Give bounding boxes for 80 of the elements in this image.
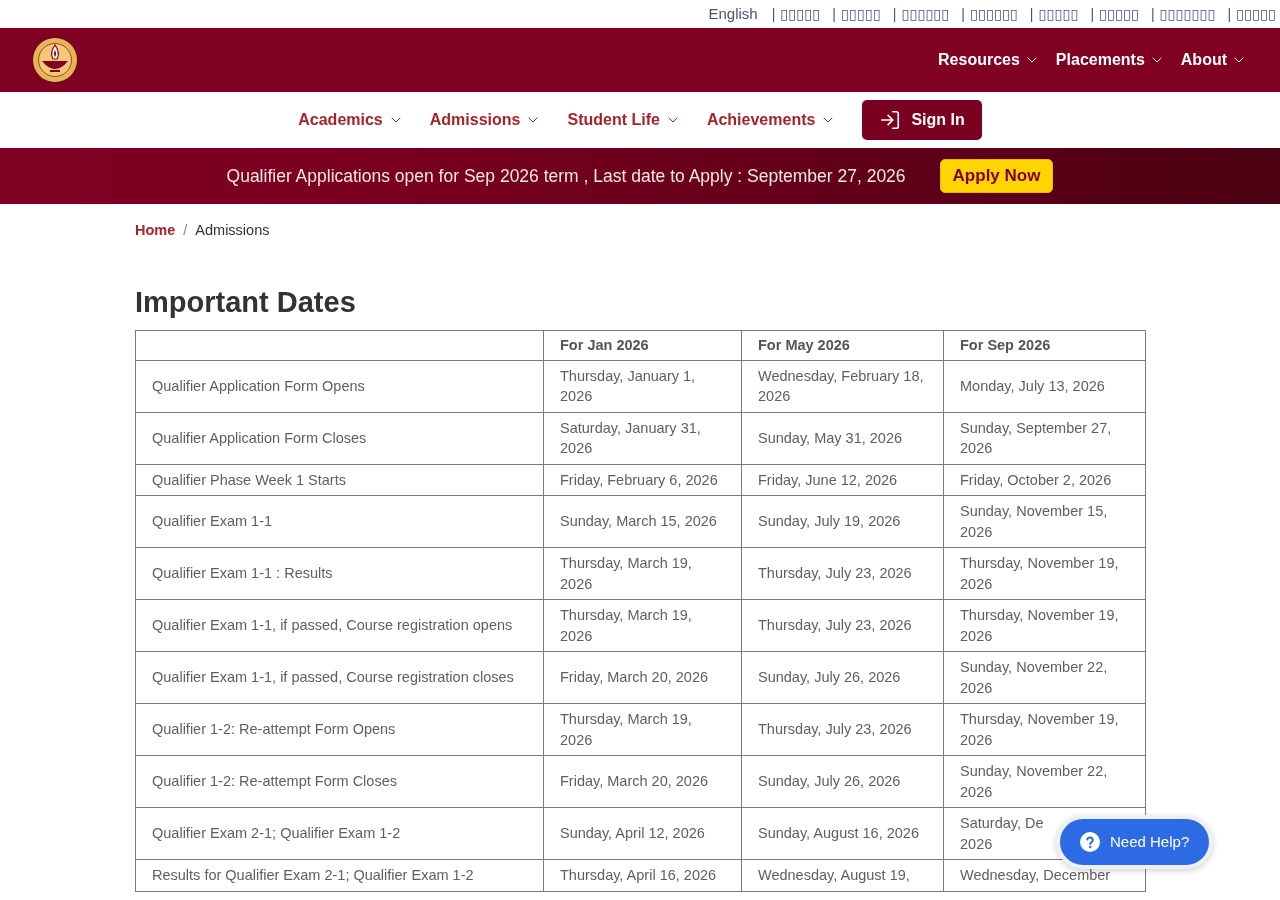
table-cell: Qualifier Application Form Opens <box>135 360 544 412</box>
current-page-label: Admissions <box>195 221 270 241</box>
table-cell: Thursday, July 23, 2026 <box>741 547 944 600</box>
emblem-logo-icon <box>32 37 78 83</box>
table-cell: Thursday, November 19, 2026 <box>943 703 1146 756</box>
table-cell: Qualifier 1-2: Re-attempt Form Closes <box>135 755 544 808</box>
nav-link[interactable]: Placements <box>1055 48 1165 72</box>
need-help-button[interactable]: Need Help? <box>1056 815 1214 869</box>
sign-in-button[interactable]: Sign In <box>862 100 982 140</box>
language-link[interactable]: ▯▯▯▯▯ <box>840 4 881 24</box>
table-cell: Thursday, July 23, 2026 <box>741 599 944 652</box>
table-cell: Thursday, November 19, 2026 <box>943 599 1146 652</box>
table-cell: Qualifier Exam 1-1 <box>135 495 544 548</box>
table-cell: Thursday, November 19, 2026 <box>943 547 1146 600</box>
table-cell: Sunday, May 31, 2026 <box>741 412 944 464</box>
table-cell: Thursday, April 16, 2026 <box>543 859 742 891</box>
announcement-text: Qualifier Applications open for Sep 2026 term , Last date to Apply : September 27, 2026 <box>226 164 906 188</box>
table-cell: Saturday, January 31, 2026 <box>543 412 742 464</box>
table-cell: Sunday, November 15, 2026 <box>943 495 1146 548</box>
table-cell: Thursday, March 19, 2026 <box>543 547 742 600</box>
table-cell: Thursday, March 19, 2026 <box>543 703 742 756</box>
column-header: For May 2026 <box>741 330 944 360</box>
language-link[interactable]: ▯▯▯▯▯ <box>1038 4 1079 24</box>
table-cell: Thursday, March 19, 2026 <box>543 599 742 652</box>
pipe-separator: | <box>1150 4 1155 24</box>
language-link[interactable]: ▯▯▯▯▯▯▯ <box>1159 4 1216 24</box>
breadcrumb-separator: / <box>183 221 188 241</box>
table-cell: Sunday, July 26, 2026 <box>741 651 944 704</box>
table-cell: Sunday, November 22, 2026 <box>943 755 1146 808</box>
table-cell: Sunday, July 26, 2026 <box>741 755 944 808</box>
breadcrumb-link[interactable]: Home <box>135 220 176 242</box>
table-cell: Qualifier Exam 2-1; Qualifier Exam 1-2 <box>135 807 544 860</box>
pipe-separator: | <box>1029 4 1034 24</box>
table-cell: Wednesday, August 19, <box>741 859 944 891</box>
language-link[interactable]: ▯▯▯▯▯▯ <box>969 4 1018 24</box>
column-header: For Sep 2026 <box>943 330 1146 360</box>
table-cell: Wednesday, February 18, 2026 <box>741 360 944 412</box>
table-cell: Friday, March 20, 2026 <box>543 755 742 808</box>
table-cell: Qualifier Application Form Closes <box>135 412 544 464</box>
table-cell: Qualifier 1-2: Re-attempt Form Opens <box>135 703 544 756</box>
table-cell: Qualifier Exam 1-1 : Results <box>135 547 544 600</box>
nav-link[interactable]: Resources <box>938 48 1040 72</box>
table-cell: Results for Qualifier Exam 2-1; Qualifier Exam 1-2 <box>135 859 544 891</box>
table-cell: Sunday, August 16, 2026 <box>741 807 944 860</box>
table-cell: Friday, February 6, 2026 <box>543 464 742 496</box>
table-cell: Friday, March 20, 2026 <box>543 651 742 704</box>
apply-now-button[interactable]: Apply Now <box>939 159 1054 193</box>
pipe-separator: | <box>961 4 965 24</box>
page-title: Important Dates <box>135 285 357 320</box>
nav-link[interactable]: Admissions <box>429 108 542 132</box>
pipe-separator: | <box>1090 4 1095 24</box>
nav-link[interactable]: About <box>1180 48 1247 72</box>
table-cell: Sunday, November 22, 2026 <box>943 651 1146 704</box>
table-cell: Friday, October 2, 2026 <box>943 464 1146 496</box>
table-cell: Thursday, July 23, 2026 <box>741 703 944 756</box>
table-cell: Sunday, March 15, 2026 <box>543 495 742 548</box>
pipe-separator: | <box>832 4 836 24</box>
table-cell: Qualifier Exam 1-1, if passed, Course registration opens <box>135 599 544 652</box>
nav-link[interactable]: Student Life <box>567 108 681 132</box>
language-link[interactable]: ▯▯▯▯▯ <box>780 4 821 24</box>
pipe-separator: | <box>1227 4 1232 24</box>
nav-link[interactable]: Achievements <box>706 108 837 132</box>
help-icon <box>1080 832 1100 852</box>
table-cell: Thursday, January 1, 2026 <box>543 360 742 412</box>
table-cell: Monday, July 13, 2026 <box>943 360 1146 412</box>
language-link[interactable]: ▯▯▯▯▯ <box>1236 4 1276 24</box>
nav-link[interactable]: Academics <box>298 108 404 132</box>
language-link[interactable]: ▯▯▯▯▯▯ <box>901 4 950 24</box>
table-cell: Qualifier Phase Week 1 Starts <box>135 464 544 496</box>
column-header: For Jan 2026 <box>543 330 742 360</box>
pipe-separator: | <box>771 4 776 24</box>
table-cell: Sunday, July 19, 2026 <box>741 495 944 548</box>
table-cell: Sunday, September 27, 2026 <box>943 412 1146 464</box>
pipe-separator: | <box>892 4 897 24</box>
table-cell: Sunday, April 12, 2026 <box>543 807 742 860</box>
table-cell: Friday, June 12, 2026 <box>741 464 944 496</box>
table-cell: Qualifier Exam 1-1, if passed, Course registration closes <box>135 651 544 704</box>
language-link[interactable]: ▯▯▯▯▯ <box>1099 4 1139 24</box>
sign-in-icon <box>879 109 902 131</box>
language-link[interactable]: English <box>708 4 758 24</box>
